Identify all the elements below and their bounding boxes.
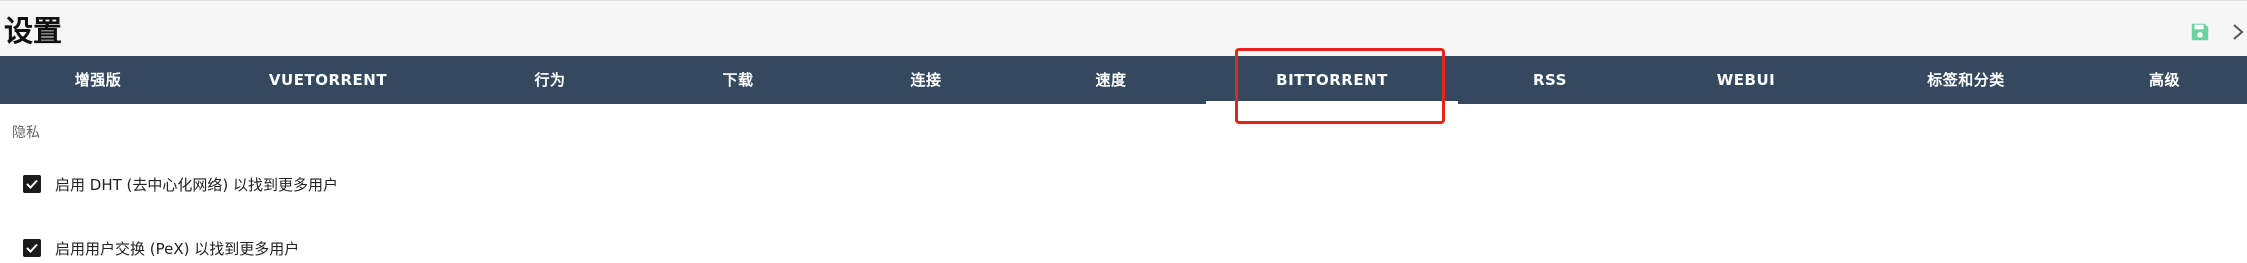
section-label-privacy: 隐私: [12, 125, 40, 141]
tab-webui[interactable]: WEBUI: [1642, 56, 1850, 104]
option-pex-label: 启用用户交换 (PeX) 以找到更多用户: [55, 239, 300, 258]
tab-bar: 增强版 VUETORRENT 行为 下载 连接 速度 BITTORRENT RS…: [0, 56, 2247, 104]
save-icon[interactable]: [2189, 21, 2211, 43]
tab-enhanced[interactable]: 增强版: [0, 56, 196, 104]
chevron-right-icon[interactable]: [2231, 19, 2245, 45]
tab-rss[interactable]: RSS: [1458, 56, 1642, 104]
tab-speed[interactable]: 速度: [1016, 56, 1206, 104]
tab-advanced[interactable]: 高级: [2082, 56, 2247, 104]
active-tab-indicator: [1206, 101, 1458, 104]
checkbox-pex[interactable]: [23, 239, 41, 257]
page-title: 设置: [4, 14, 63, 48]
tab-bittorrent[interactable]: BITTORRENT: [1206, 56, 1458, 104]
check-icon: [26, 243, 38, 253]
title-bar: 设置: [0, 0, 2247, 56]
tab-downloads[interactable]: 下载: [640, 56, 836, 104]
check-icon: [26, 179, 38, 189]
tab-connection[interactable]: 连接: [836, 56, 1016, 104]
option-dht[interactable]: 启用 DHT (去中心化网络) 以找到更多用户: [23, 173, 338, 195]
checkbox-dht[interactable]: [23, 175, 41, 193]
option-pex[interactable]: 启用用户交换 (PeX) 以找到更多用户: [23, 237, 299, 259]
tab-vuetorrent[interactable]: VUETORRENT: [196, 56, 460, 104]
tab-behavior[interactable]: 行为: [460, 56, 640, 104]
tab-tags-categories[interactable]: 标签和分类: [1850, 56, 2082, 104]
option-dht-label: 启用 DHT (去中心化网络) 以找到更多用户: [55, 175, 339, 194]
